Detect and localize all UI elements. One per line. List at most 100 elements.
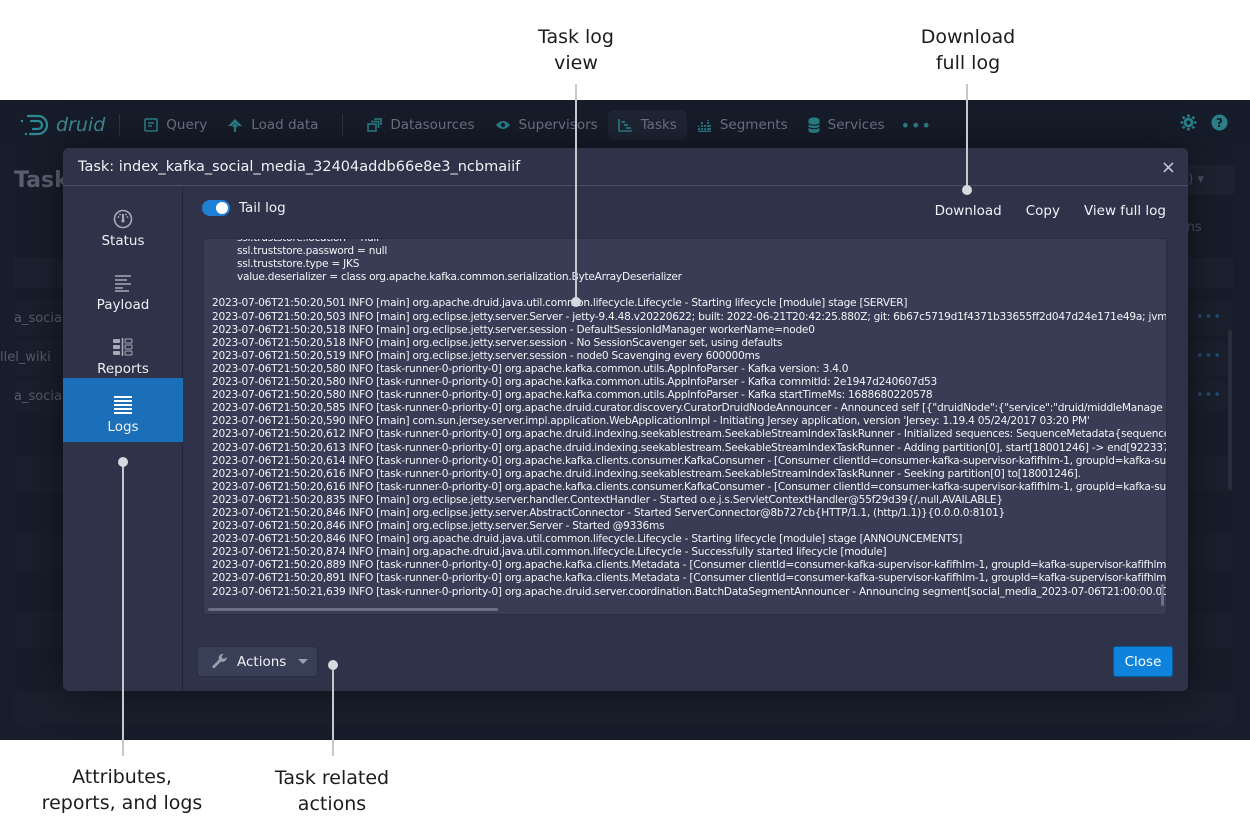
- sidebar-label: Logs: [107, 419, 139, 435]
- callout-line: full log: [935, 52, 1001, 74]
- tail-log-toggle-row: Tail log: [202, 200, 286, 216]
- database-icon: [807, 117, 820, 133]
- log-line: ssl.truststore.type = JKS: [212, 258, 360, 271]
- log-text: ssl.truststore.location = null ssl.trust…: [212, 238, 1167, 599]
- gantt-chart-icon: [617, 118, 633, 132]
- druid-logo-icon: [20, 114, 49, 136]
- top-navbar: druid Query Load data Datasources Superv…: [0, 100, 1250, 150]
- actions-dropdown-button[interactable]: Actions: [197, 646, 318, 677]
- download-button[interactable]: Download: [935, 203, 1002, 219]
- align-left-icon: [113, 271, 133, 295]
- leader-dot: [571, 297, 581, 307]
- nav-divider: [119, 114, 121, 136]
- query-icon: [144, 118, 159, 132]
- wrench-icon: [211, 653, 228, 670]
- callout-line: reports, and logs: [41, 792, 203, 814]
- settings-icon[interactable]: [1180, 114, 1197, 136]
- nav-label: Load data: [251, 117, 319, 133]
- nav-services[interactable]: Services: [798, 110, 895, 140]
- brand-name: druid: [56, 114, 106, 136]
- logs-panel: Tail log Download Copy View full log ssl…: [184, 186, 1188, 691]
- callout-line: Download: [920, 26, 1016, 48]
- callout-task-related-actions: Task related actions: [252, 765, 412, 817]
- nav-label: Datasources: [390, 117, 475, 133]
- dialog-header: Task: index_kafka_social_media_32404addb…: [63, 148, 1188, 186]
- view-full-log-button[interactable]: View full log: [1084, 203, 1166, 219]
- log-line: 2023-07-06T21:50:20,518 INFO [main] org.…: [212, 336, 783, 349]
- nav-tasks[interactable]: Tasks: [607, 110, 687, 140]
- log-line: 2023-07-06T21:50:20,835 INFO [main] org.…: [212, 493, 1003, 506]
- nav-query[interactable]: Query: [134, 110, 217, 140]
- log-line: 2023-07-06T21:50:20,501 INFO [main] org.…: [212, 297, 908, 310]
- nav-label: Supervisors: [518, 117, 598, 133]
- log-line: 2023-07-06T21:50:20,616 INFO [task-runne…: [212, 467, 1081, 480]
- navbar-right: ?: [1180, 114, 1228, 136]
- dialog-title: Task: index_kafka_social_media_32404addb…: [78, 158, 521, 175]
- leader-dot: [962, 185, 972, 195]
- segments-icon: [697, 118, 712, 132]
- row-actions-icon: •••: [1196, 310, 1223, 325]
- nav-supervisors[interactable]: Supervisors: [485, 110, 608, 140]
- log-line: 2023-07-06T21:50:20,580 INFO [task-runne…: [212, 376, 938, 389]
- leader-dot: [118, 457, 128, 467]
- svg-text:?: ?: [1216, 116, 1223, 130]
- sidebar-label: Reports: [97, 361, 149, 377]
- log-line: 2023-07-06T21:50:20,590 INFO [main] com.…: [212, 415, 1090, 428]
- sidebar-label: Payload: [96, 297, 150, 313]
- horizontal-scrollbar[interactable]: [208, 608, 498, 611]
- leader-line: [966, 84, 968, 190]
- log-line: ssl.truststore.location = null: [212, 238, 379, 244]
- vertical-scrollbar[interactable]: [1161, 584, 1164, 606]
- leader-line: [575, 84, 577, 302]
- log-line: 2023-07-06T21:50:20,519 INFO [main] org.…: [212, 349, 760, 362]
- leader-line: [332, 665, 334, 756]
- log-line: 2023-07-06T21:50:20,503 INFO [main] org.…: [212, 310, 1167, 323]
- reports-icon: [112, 335, 134, 359]
- tail-log-switch[interactable]: [202, 200, 230, 216]
- log-line: 2023-07-06T21:50:20,580 INFO [task-runne…: [212, 389, 933, 402]
- table-row: [14, 690, 1234, 726]
- callout-line: view: [554, 52, 598, 74]
- log-line: 2023-07-06T21:50:20,585 INFO [task-runne…: [212, 402, 1163, 415]
- list-lines-icon: [113, 393, 133, 417]
- log-line: 2023-07-06T21:50:20,613 INFO [task-runne…: [212, 441, 1167, 454]
- log-actions: Download Copy View full log: [911, 203, 1166, 219]
- log-viewer[interactable]: ssl.truststore.location = null ssl.trust…: [203, 238, 1167, 615]
- sidebar-item-payload[interactable]: Payload: [63, 256, 183, 320]
- callout-line: Attributes,: [72, 766, 172, 788]
- help-icon[interactable]: ?: [1211, 114, 1228, 136]
- sidebar-item-logs[interactable]: Logs: [63, 378, 183, 442]
- sidebar-item-status[interactable]: Status: [63, 192, 183, 256]
- nav-segments[interactable]: Segments: [687, 110, 798, 140]
- eye-icon: [495, 119, 511, 131]
- log-line: 2023-07-06T21:50:20,874 INFO [main] org.…: [212, 546, 887, 559]
- log-line: 2023-07-06T21:50:20,846 INFO [main] org.…: [212, 520, 665, 533]
- nav-label: Tasks: [640, 117, 677, 133]
- nav-datasources[interactable]: Datasources: [357, 110, 484, 140]
- row-text: llel_wiki: [0, 350, 51, 365]
- callout-line: Task log: [537, 26, 614, 48]
- background-scrollbar: [1228, 330, 1232, 490]
- log-line: ssl.truststore.password = null: [212, 245, 388, 258]
- log-line: 2023-07-06T21:50:20,891 INFO [task-runne…: [212, 572, 1167, 585]
- leader-line: [122, 462, 124, 756]
- row-actions-icon: •••: [1196, 388, 1223, 403]
- close-icon[interactable]: ×: [1161, 157, 1176, 178]
- copy-button[interactable]: Copy: [1026, 203, 1060, 219]
- log-line: 2023-07-06T21:50:20,612 INFO [task-runne…: [212, 428, 1167, 441]
- callout-line: actions: [297, 793, 367, 815]
- actions-label: Actions: [237, 653, 287, 670]
- switch-knob: [216, 202, 228, 214]
- close-button[interactable]: Close: [1113, 646, 1173, 677]
- druid-logo[interactable]: druid: [20, 113, 105, 137]
- leader-dot: [328, 660, 338, 670]
- log-line: 2023-07-06T21:50:20,580 INFO [task-runne…: [212, 362, 849, 375]
- more-menu-icon[interactable]: •••: [901, 116, 932, 135]
- log-line: 2023-07-06T21:50:20,518 INFO [main] org.…: [212, 323, 815, 336]
- log-line: 2023-07-06T21:50:20,614 INFO [task-runne…: [212, 454, 1166, 467]
- nav-load-data[interactable]: Load data: [217, 110, 328, 140]
- log-line: 2023-07-06T21:50:20,616 INFO [task-runne…: [212, 480, 1166, 493]
- sidebar-item-reports[interactable]: Reports: [63, 320, 183, 384]
- callout-task-log-view: Task log view: [520, 24, 632, 76]
- sidebar-label: Status: [101, 233, 145, 249]
